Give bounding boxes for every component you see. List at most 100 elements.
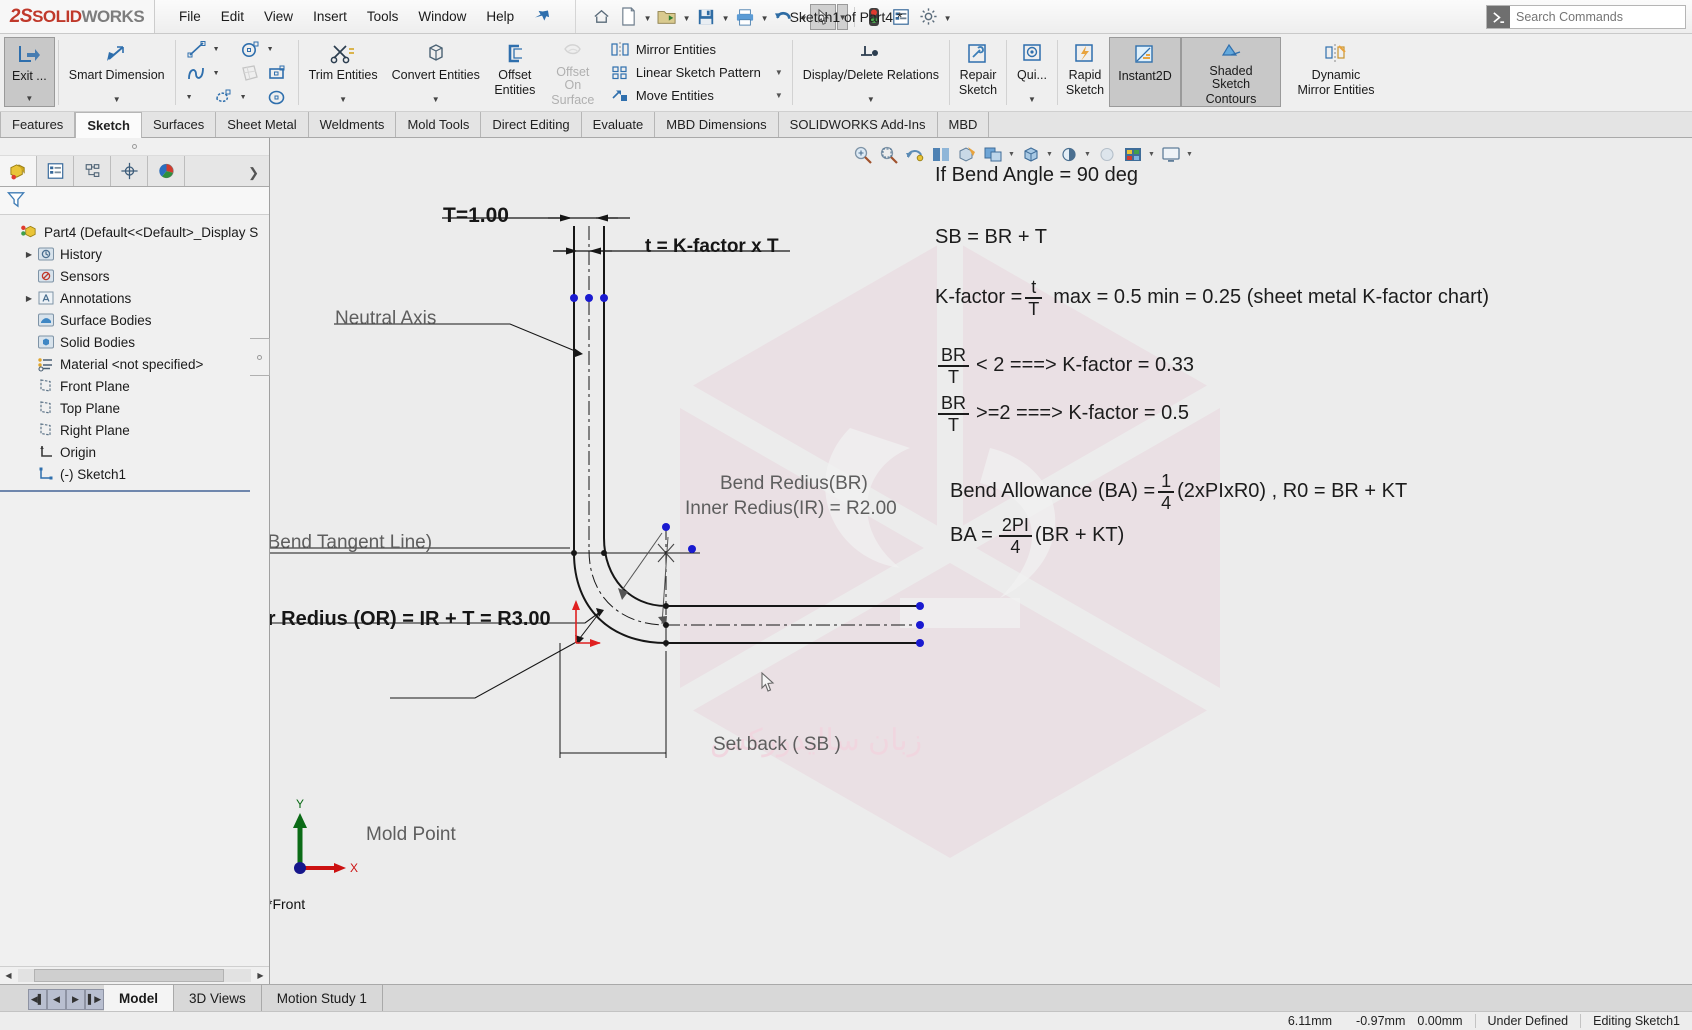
smart-dimension-button[interactable]: Smart Dimension ▼ (62, 37, 172, 107)
settings-caret[interactable]: ▼ (942, 4, 953, 30)
tab-mbd[interactable]: MBD (937, 112, 990, 137)
circle-icon[interactable] (237, 38, 264, 61)
expander-annotations[interactable]: ▶ (22, 294, 36, 303)
open-caret[interactable]: ▼ (681, 4, 692, 30)
tab-model[interactable]: Model (104, 985, 174, 1011)
select-caret[interactable]: ▼ (837, 3, 849, 30)
next-record-icon[interactable]: ▶ (66, 989, 85, 1010)
save-caret[interactable]: ▼ (720, 4, 731, 30)
search-commands-box[interactable] (1486, 5, 1686, 29)
tab-features[interactable]: Features (0, 112, 76, 137)
property-manager-tab[interactable] (37, 156, 74, 186)
menu-edit[interactable]: Edit (211, 4, 254, 29)
polygon-slot-icon[interactable] (210, 86, 237, 109)
tab-surfaces[interactable]: Surfaces (141, 112, 217, 137)
exit-sketch-caret[interactable]: ▼ (25, 94, 33, 106)
rectangle-icon[interactable] (264, 62, 291, 85)
home-icon[interactable] (588, 4, 614, 30)
viewport-icon[interactable] (1158, 142, 1183, 166)
view-settings-icon[interactable] (1120, 142, 1145, 166)
print-caret[interactable]: ▼ (759, 4, 770, 30)
settings-gear-icon[interactable] (915, 4, 941, 30)
menu-tools[interactable]: Tools (357, 4, 409, 29)
panel-grip[interactable] (0, 138, 269, 156)
scroll-track[interactable] (18, 969, 251, 982)
tree-horizontal-scrollbar[interactable]: ◀ ▶ (0, 966, 269, 984)
previous-view-icon[interactable] (902, 142, 927, 166)
apply-scene-icon[interactable] (1094, 142, 1119, 166)
menu-insert[interactable]: Insert (303, 4, 357, 29)
tree-item-annotations[interactable]: ▶ Annotations (6, 287, 265, 309)
previous-record-icon[interactable]: ◀ (47, 989, 66, 1010)
tab-motion-study-1[interactable]: Motion Study 1 (262, 985, 383, 1011)
section-view-icon[interactable] (928, 142, 953, 166)
tree-item-surface-bodies[interactable]: Surface Bodies (6, 309, 265, 331)
convert-entities-caret[interactable]: ▼ (432, 95, 440, 107)
undo-caret[interactable]: ▼ (798, 4, 809, 30)
quick-snaps-caret[interactable]: ▼ (1028, 95, 1036, 107)
move-entities-button[interactable]: Move Entities ▼ (605, 84, 787, 107)
offset-entities-button[interactable]: Offset Entities (487, 37, 543, 107)
tab-mbd-dimensions[interactable]: MBD Dimensions (655, 112, 779, 137)
menu-view[interactable]: View (254, 4, 303, 29)
tree-item-part4[interactable]: Part4 (Default<<Default>_Display S (6, 221, 265, 243)
move-entities-caret[interactable]: ▼ (761, 91, 783, 100)
scroll-thumb[interactable] (34, 969, 224, 982)
display-manager-tab[interactable] (148, 156, 185, 186)
scroll-left-arrow-icon[interactable]: ◀ (0, 967, 17, 984)
quick-snaps-button[interactable]: Qui... ▼ (1010, 37, 1054, 107)
linear-sketch-pattern-button[interactable]: Linear Sketch Pattern ▼ (605, 61, 787, 84)
tab-3d-views[interactable]: 3D Views (174, 985, 262, 1011)
smart-dimension-caret[interactable]: ▼ (113, 95, 121, 107)
tree-item-front-plane[interactable]: Front Plane (6, 375, 265, 397)
exit-sketch-button[interactable]: Exit ... ▼ (4, 37, 55, 107)
first-record-icon[interactable]: ◀▌ (28, 989, 47, 1010)
panel-side-handle[interactable] (250, 338, 270, 376)
tree-rollback-bar[interactable] (0, 490, 250, 492)
tab-sheet-metal[interactable]: Sheet Metal (216, 112, 309, 137)
select-cursor-icon[interactable] (810, 3, 837, 30)
spline-caret[interactable]: ▼ (210, 62, 223, 85)
menu-window[interactable]: Window (408, 4, 476, 29)
tab-direct-editing[interactable]: Direct Editing (481, 112, 582, 137)
tree-item-origin[interactable]: Origin (6, 441, 265, 463)
display-style-icon[interactable] (980, 142, 1005, 166)
surface-patch-icon[interactable] (237, 62, 264, 85)
spline-icon[interactable] (183, 62, 210, 85)
search-input[interactable] (1514, 9, 1674, 25)
graphics-area[interactable]: ▼ ▼ ▼ ▼ ▼ زبان سالیدورکس T=1.00 t = K-fa… (270, 138, 1692, 984)
circle-caret[interactable]: ▼ (264, 38, 277, 61)
trim-entities-button[interactable]: Trim Entities ▼ (302, 37, 385, 107)
print-icon[interactable] (732, 4, 758, 30)
tree-item-sketch1[interactable]: (-) Sketch1 (6, 463, 265, 485)
tree-item-right-plane[interactable]: Right Plane (6, 419, 265, 441)
polygon-slot-caret[interactable]: ▼ (237, 86, 250, 109)
rebuild-traffic-light-icon[interactable] (861, 4, 887, 30)
feature-manager-tab[interactable] (0, 156, 37, 186)
hide-show-caret[interactable]: ▼ (1044, 142, 1055, 166)
options-list-icon[interactable] (888, 4, 914, 30)
tree-filter-bar[interactable] (0, 187, 269, 215)
pin-icon[interactable] (530, 4, 553, 28)
display-delete-relations-caret[interactable]: ▼ (867, 95, 875, 107)
panel-expand-chevron-right-icon[interactable]: ❯ (248, 165, 269, 186)
shaded-sketch-contours-button[interactable]: Shaded Sketch Contours (1180, 37, 1281, 107)
view-settings-caret[interactable]: ▼ (1146, 142, 1157, 166)
zoom-to-fit-icon[interactable] (850, 142, 875, 166)
rectangle-caret[interactable]: ▼ (183, 86, 196, 109)
new-document-caret[interactable]: ▼ (642, 4, 653, 30)
repair-sketch-button[interactable]: Repair Sketch (953, 37, 1003, 107)
convert-entities-button[interactable]: Convert Entities ▼ (385, 37, 487, 107)
zoom-to-area-icon[interactable] (876, 142, 901, 166)
dimxpert-manager-tab[interactable] (111, 156, 148, 186)
save-icon[interactable] (693, 4, 719, 30)
configuration-manager-tab[interactable] (74, 156, 111, 186)
linear-sketch-pattern-caret[interactable]: ▼ (761, 68, 783, 77)
display-delete-relations-button[interactable]: Display/Delete Relations ▼ (796, 37, 946, 107)
mirror-entities-button[interactable]: Mirror Entities (605, 38, 787, 61)
tree-item-material[interactable]: Material <not specified> (6, 353, 265, 375)
tab-sketch[interactable]: Sketch (75, 112, 142, 138)
tab-solidworks-add-ins[interactable]: SOLIDWORKS Add-Ins (778, 112, 938, 137)
trim-entities-caret[interactable]: ▼ (339, 95, 347, 107)
tree-item-history[interactable]: ▶ History (6, 243, 265, 265)
